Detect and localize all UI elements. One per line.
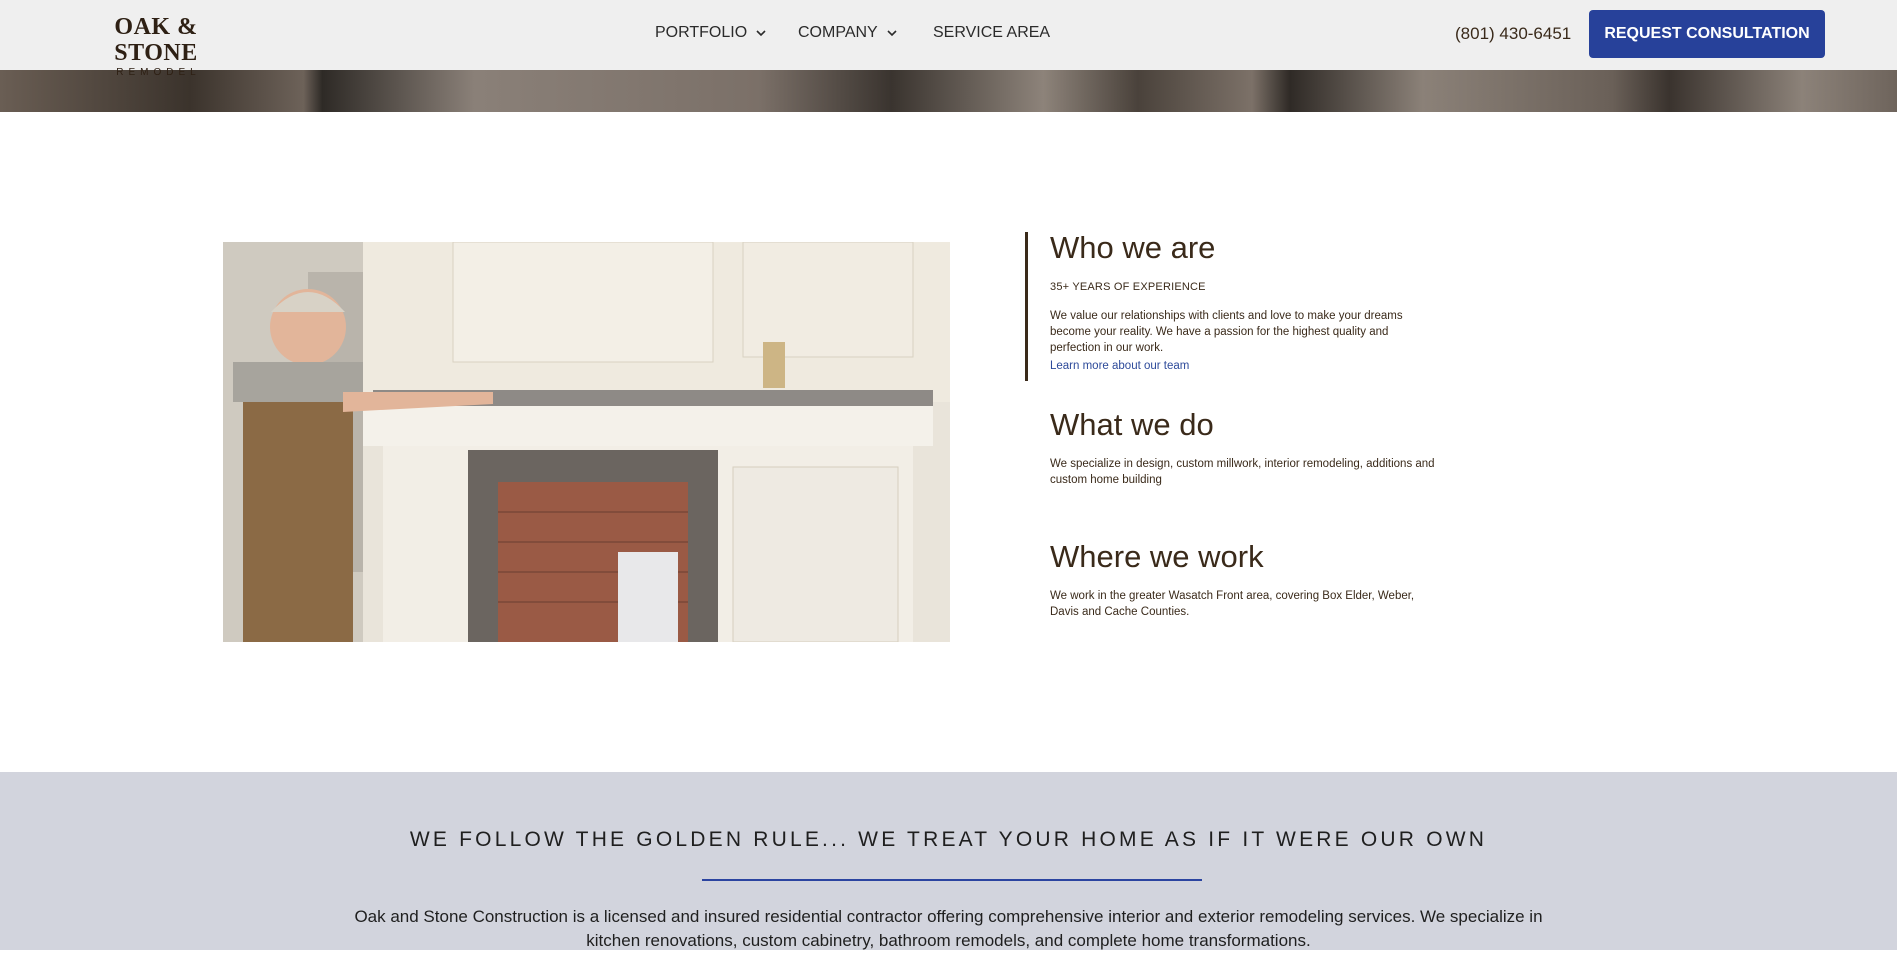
fireplace-photo bbox=[223, 242, 950, 642]
logo-sub-text: REMODEL bbox=[116, 67, 201, 78]
nav-company[interactable]: COMPANY bbox=[798, 24, 898, 42]
who-we-are-text: We value our relationships with clients … bbox=[1050, 310, 1403, 354]
hero-image-strip bbox=[0, 70, 1897, 112]
nav-portfolio-label: PORTFOLIO bbox=[655, 24, 748, 41]
phone-link[interactable]: (801) 430-6451 bbox=[1455, 24, 1571, 44]
golden-rule-title: WE FOLLOW THE GOLDEN RULE... WE TREAT YO… bbox=[409, 828, 1488, 851]
experience-kicker: 35+ YEARS OF EXPERIENCE bbox=[1050, 281, 1206, 293]
nav-service-area-label: SERVICE AREA bbox=[933, 24, 1051, 41]
nav-company-label: COMPANY bbox=[798, 24, 878, 41]
learn-more-team-link[interactable]: Learn more about our team bbox=[1050, 360, 1189, 372]
nav-service-area[interactable]: SERVICE AREA bbox=[933, 24, 1050, 42]
who-we-are-accent-bar bbox=[1025, 232, 1028, 381]
band-divider bbox=[702, 879, 1202, 881]
nav-portfolio[interactable]: PORTFOLIO bbox=[655, 24, 767, 42]
who-we-are-heading: Who we are bbox=[1050, 230, 1216, 265]
request-consultation-button[interactable]: REQUEST CONSULTATION bbox=[1589, 10, 1825, 58]
what-we-do-text: We specialize in design, custom millwork… bbox=[1050, 458, 1435, 486]
site-logo[interactable]: OAK & STONE REMODEL bbox=[76, 14, 236, 79]
chevron-down-icon bbox=[887, 30, 897, 37]
company-description: Oak and Stone Construction is a licensed… bbox=[354, 907, 1543, 950]
where-we-work-heading: Where we work bbox=[1050, 539, 1264, 574]
where-we-work-text: We work in the greater Wasatch Front are… bbox=[1050, 590, 1415, 618]
logo-main-text: OAK & STONE bbox=[114, 14, 198, 66]
what-we-do-heading: What we do bbox=[1050, 407, 1214, 442]
site-header: OAK & STONE REMODEL PORTFOLIO COMPANY SE… bbox=[0, 0, 1897, 78]
chevron-down-icon bbox=[756, 30, 766, 37]
